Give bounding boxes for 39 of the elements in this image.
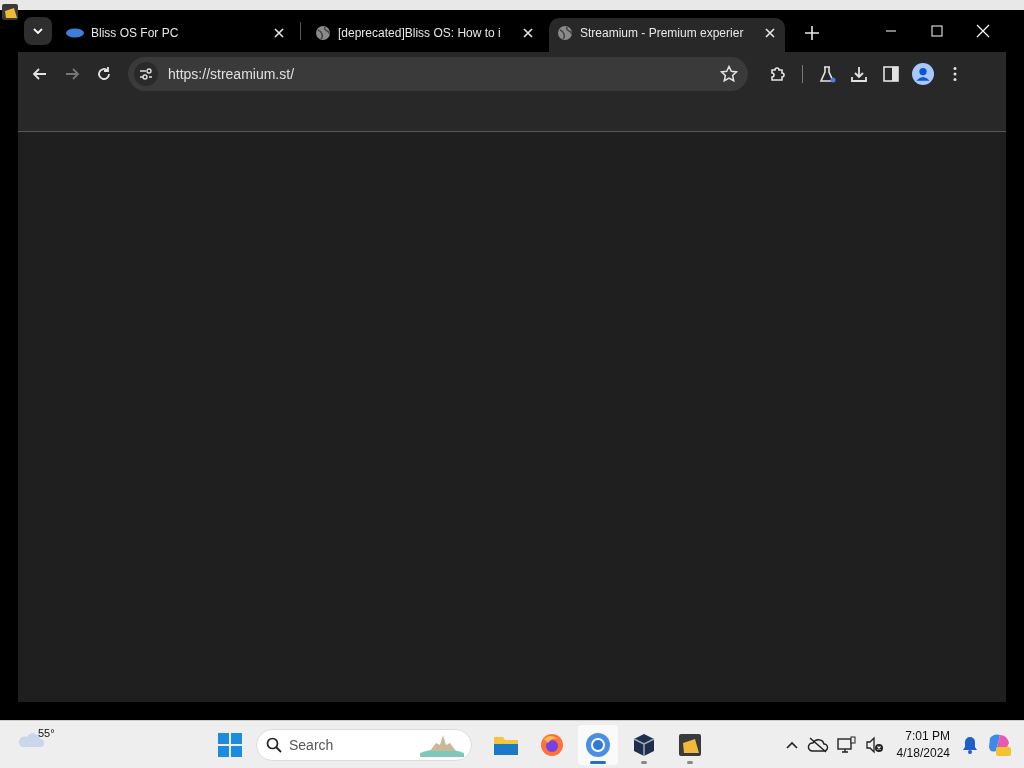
site-settings-icon[interactable] — [139, 68, 153, 80]
chromium-icon — [585, 732, 611, 758]
cube-icon — [632, 733, 656, 757]
bell-icon[interactable] — [962, 736, 978, 754]
tab-search-button[interactable] — [24, 17, 52, 45]
profile-avatar-icon[interactable] — [912, 63, 934, 85]
speaker-muted-icon[interactable] — [864, 736, 885, 754]
browser-fox-icon — [540, 733, 564, 757]
reload-icon[interactable] — [95, 65, 113, 83]
browser-tab[interactable]: Bliss OS For PC — [58, 18, 294, 52]
app-tile-icon — [678, 733, 702, 757]
url-text: https://streamium.st/ — [168, 66, 296, 82]
app-tile-icon — [2, 2, 18, 20]
monitor-network-icon[interactable] — [836, 736, 857, 754]
close-icon[interactable] — [763, 26, 777, 40]
globe-icon — [557, 25, 573, 41]
chevron-down-icon — [33, 28, 43, 34]
side-panel-icon[interactable] — [882, 65, 900, 83]
folder-icon — [493, 734, 519, 756]
close-icon[interactable] — [521, 26, 535, 40]
search-icon — [266, 737, 282, 753]
temperature-text: 55° — [38, 727, 55, 741]
search-field[interactable]: Search — [256, 729, 472, 761]
copilot-icon[interactable] — [986, 732, 1012, 758]
globe-icon — [315, 25, 331, 41]
address-bar[interactable]: https://streamium.st/ — [128, 57, 748, 91]
chevron-up-icon[interactable] — [784, 740, 799, 750]
star-icon[interactable] — [720, 65, 738, 83]
download-icon[interactable] — [850, 65, 868, 83]
clock-date[interactable]: 4/18/2024 — [896, 745, 950, 762]
clock-time[interactable]: 7:01 PM — [905, 728, 950, 745]
close-icon[interactable] — [272, 26, 286, 40]
windows-start-icon[interactable] — [218, 733, 242, 757]
cloud-off-icon[interactable] — [806, 736, 829, 754]
flask-icon[interactable] — [818, 65, 836, 83]
taskbar-app-button[interactable] — [578, 725, 618, 765]
puzzle-piece-icon[interactable] — [769, 65, 787, 83]
browser-tab[interactable]: Streamium - Premium experier — [549, 18, 785, 52]
browser-tab[interactable]: [deprecated]Bliss OS: How to i — [307, 18, 543, 52]
